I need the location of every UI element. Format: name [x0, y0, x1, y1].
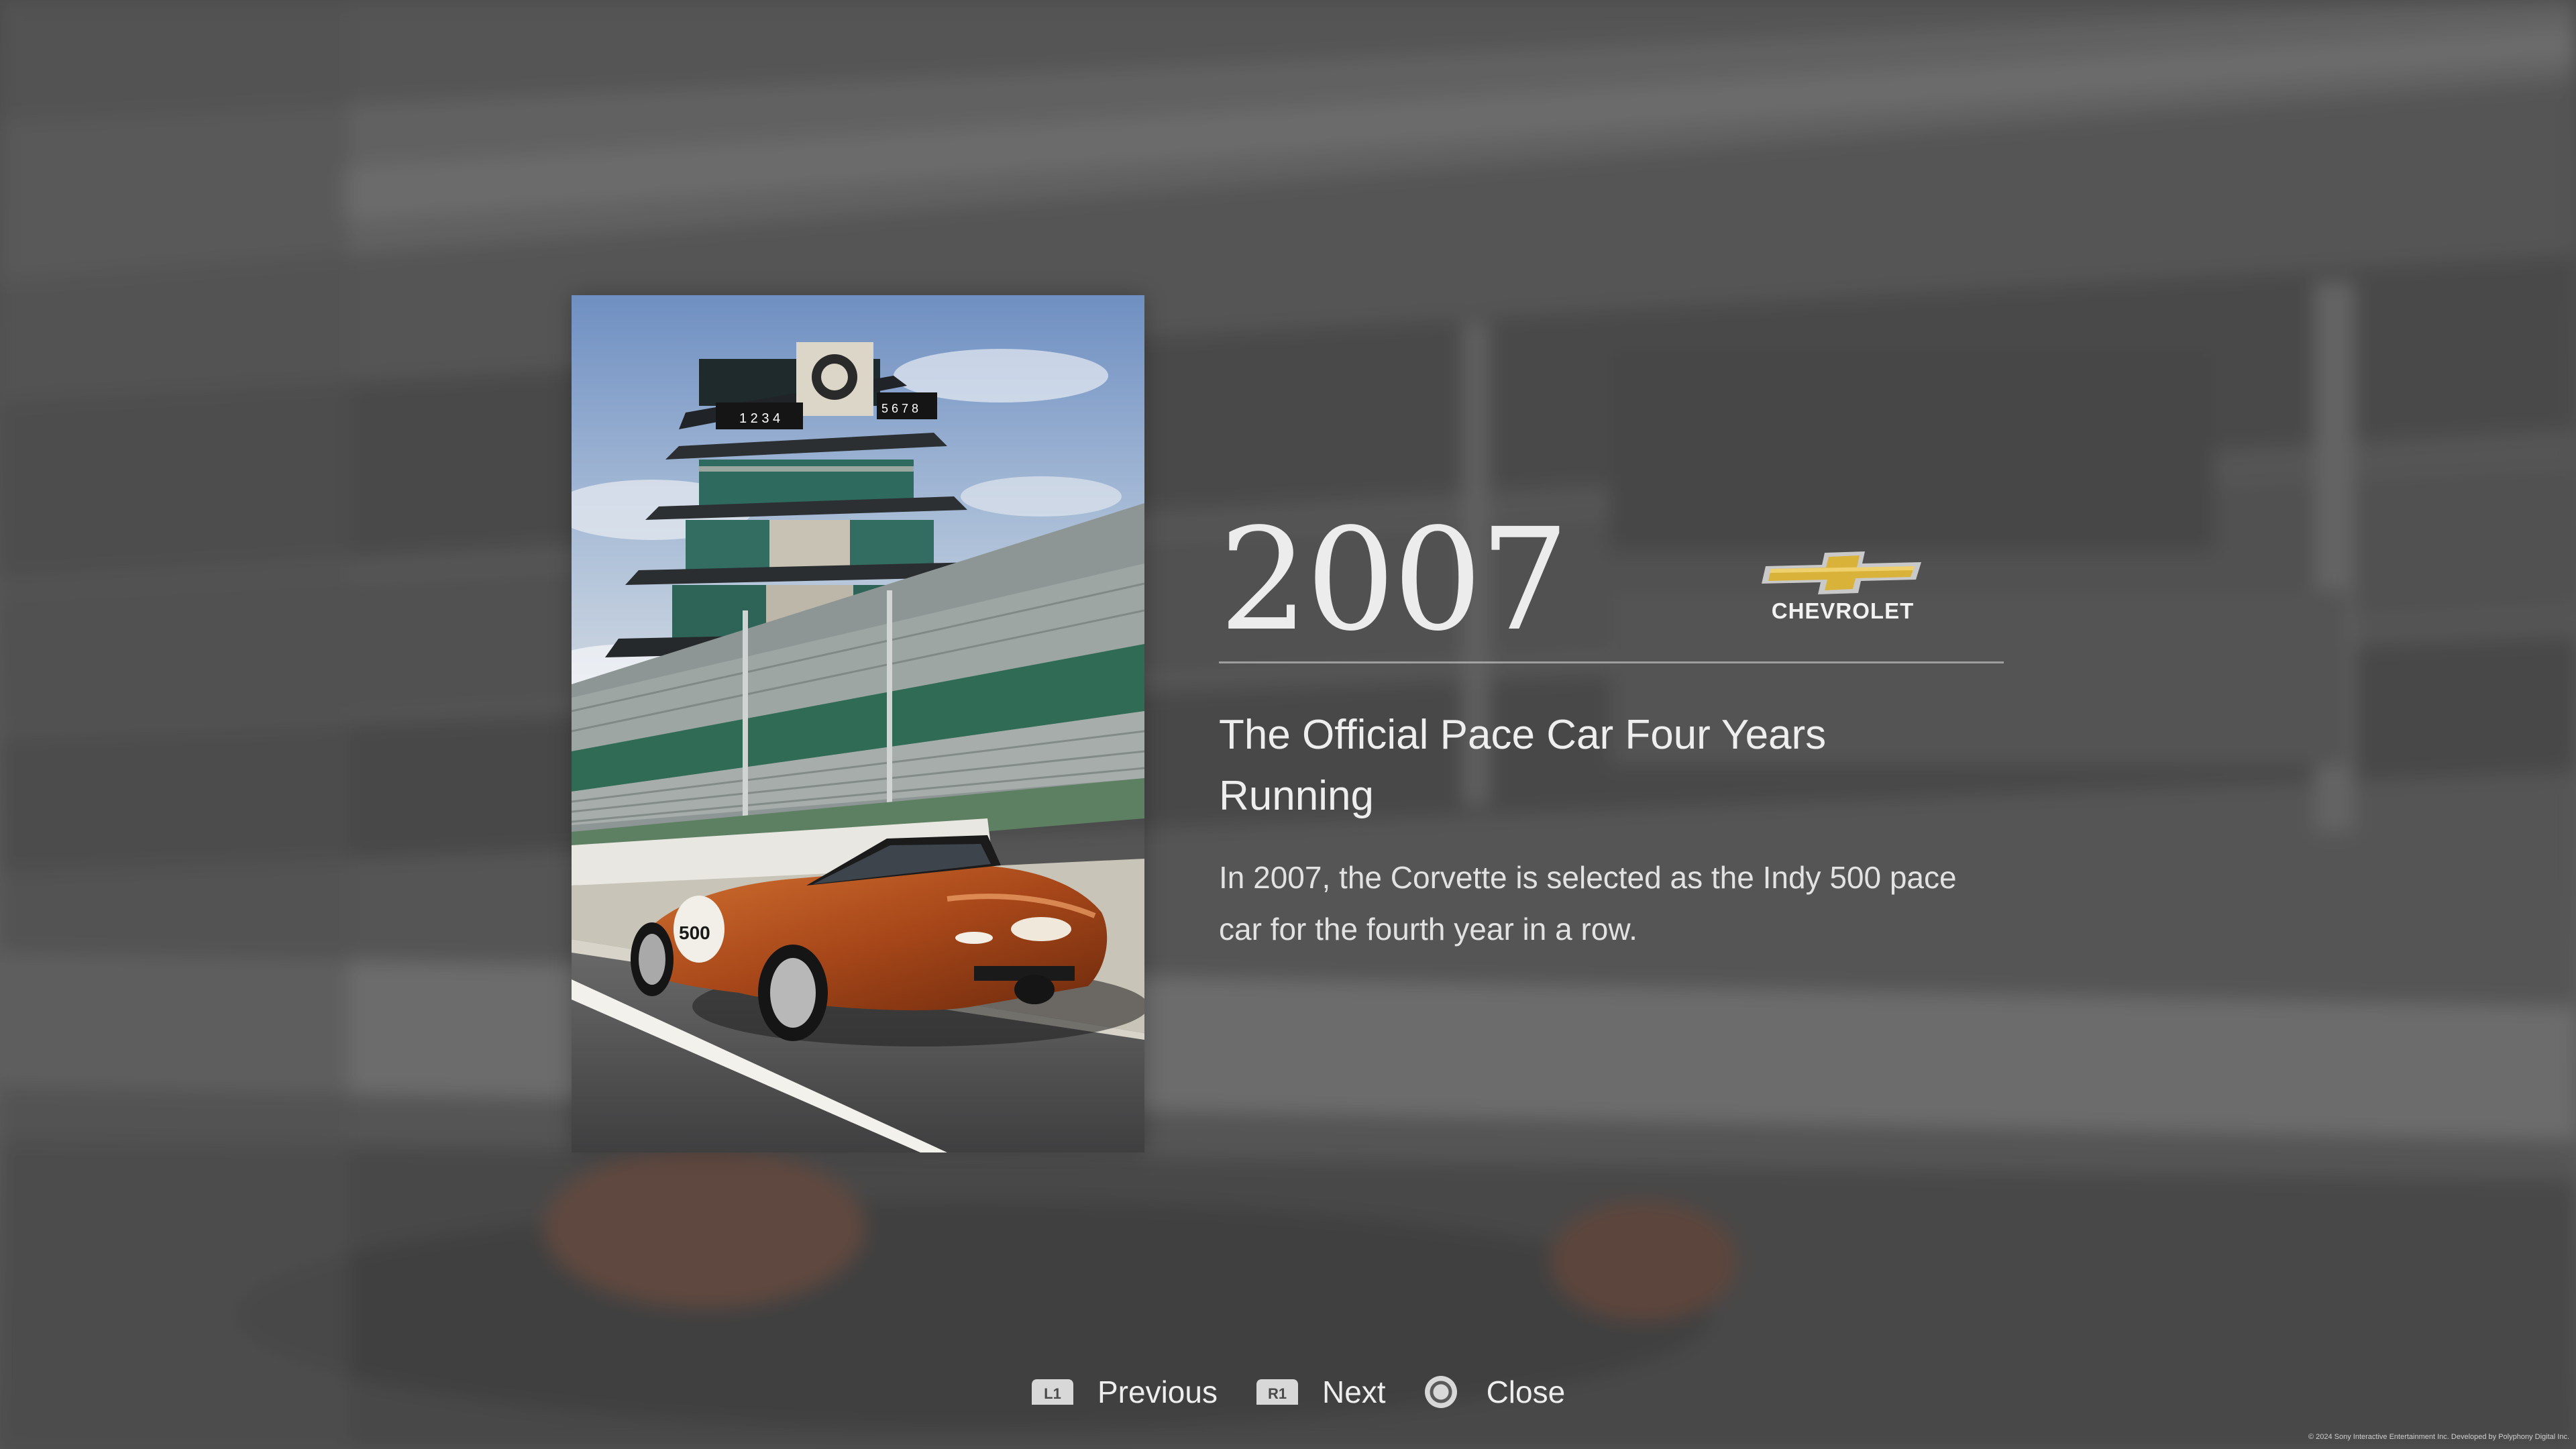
- pace-car-photo: 1 2 3 4 5 6 7 8 500: [572, 295, 1144, 1152]
- next-button[interactable]: R1 Next: [1255, 1374, 1386, 1410]
- title-divider: [1219, 661, 2004, 663]
- r1-button-icon: R1: [1256, 1379, 1298, 1405]
- car-number: 500: [679, 922, 710, 943]
- previous-button[interactable]: L1 Previous: [1030, 1374, 1218, 1410]
- pagoda-left-numbers: 1 2 3 4: [739, 411, 780, 426]
- pagoda-right-numbers: 5 6 7 8: [881, 402, 918, 415]
- r1-button-label: R1: [1268, 1385, 1287, 1402]
- info-panel: 2007 CHEVROLET The Official Pace Car Fou…: [1219, 510, 2004, 947]
- l1-button-label: L1: [1044, 1385, 1061, 1402]
- entry-headline: The Official Pace Car Four Years Running: [1219, 712, 1827, 819]
- control-hints: L1 Previous R1 Next Close: [1030, 1368, 1565, 1415]
- next-label: Next: [1322, 1375, 1386, 1409]
- entry-description: In 2007, the Corvette is selected as the…: [1219, 860, 1957, 947]
- corvette-pagoda-photo: 1 2 3 4 5 6 7 8 500: [572, 295, 1144, 1152]
- chevrolet-bowtie-icon: [1762, 551, 1921, 594]
- copyright-notice: © 2024 Sony Interactive Entertainment In…: [2308, 1433, 2569, 1441]
- l1-button-icon: L1: [1032, 1379, 1073, 1405]
- circle-button-icon: [1424, 1376, 1457, 1408]
- brand-name: CHEVROLET: [1771, 598, 1915, 623]
- close-button[interactable]: Close: [1424, 1374, 1566, 1410]
- close-label: Close: [1486, 1375, 1566, 1409]
- previous-label: Previous: [1097, 1375, 1218, 1409]
- chevrolet-logo: CHEVROLET: [1749, 550, 1937, 624]
